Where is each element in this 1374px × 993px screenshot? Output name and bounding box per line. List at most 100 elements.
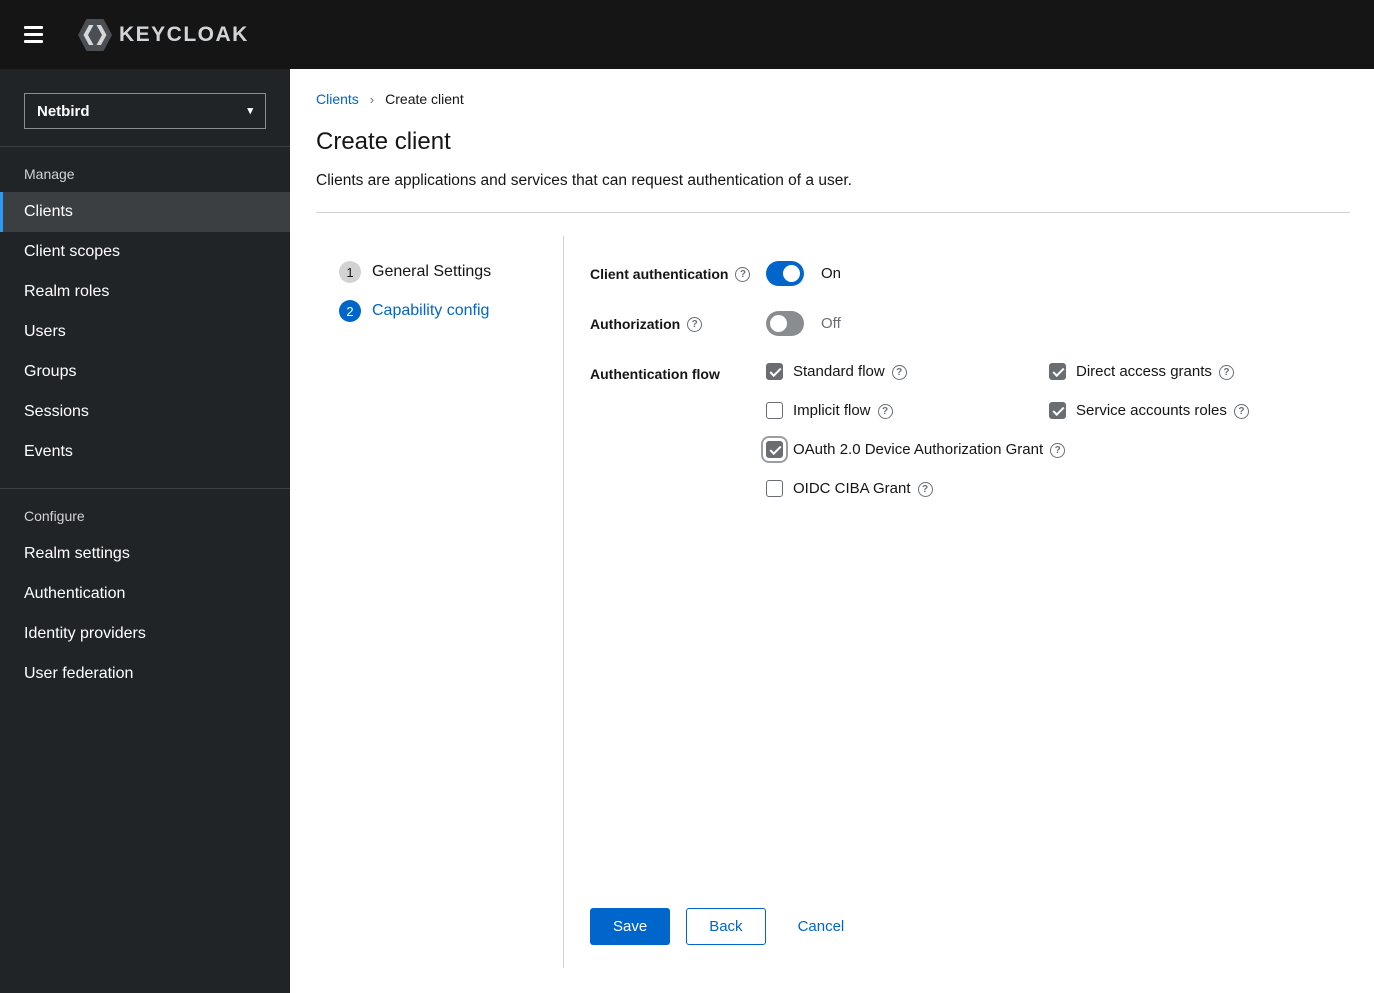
form-row-authentication-flow: Authentication flow Standard flow ? Dire…	[590, 361, 1350, 907]
capability-config-form: Client authentication ? On Authorization…	[564, 213, 1374, 993]
cancel-button[interactable]: Cancel	[798, 910, 845, 943]
checkbox-direct-access-grants: Direct access grants ?	[1049, 363, 1350, 381]
breadcrumb-current: Create client	[385, 91, 464, 107]
realm-selector[interactable]: Netbird ▾	[24, 93, 266, 129]
sidebar-item-identity-providers[interactable]: Identity providers	[0, 614, 290, 654]
main-content: Clients › Create client Create client Cl…	[290, 69, 1374, 993]
masthead: KEYCLOAK	[0, 0, 1374, 69]
checkbox-oauth-device-authorization-grant: OAuth 2.0 Device Authorization Grant ?	[761, 436, 1350, 464]
switch-knob	[770, 315, 787, 333]
authorization-state: Off	[821, 315, 841, 333]
checkbox-standard-flow: Standard flow ?	[766, 363, 1049, 381]
checkbox[interactable]	[761, 436, 788, 464]
realm-selector-value: Netbird	[37, 102, 90, 120]
checkbox-label[interactable]: Standard flow	[793, 363, 885, 380]
back-button[interactable]: Back	[686, 907, 766, 945]
caret-down-icon: ▾	[247, 104, 253, 117]
sidebar-item-label: User federation	[24, 665, 134, 682]
client-authentication-switch[interactable]	[766, 261, 804, 287]
label-text: Client authentication	[590, 266, 729, 283]
help-icon[interactable]: ?	[1218, 364, 1234, 380]
sidebar-item-events[interactable]: Events	[0, 432, 290, 472]
keycloak-admin-console: KEYCLOAK Netbird ▾ Manage Clients Client…	[0, 0, 1374, 993]
sidebar-item-label: Client scopes	[24, 243, 121, 260]
hamburger-icon	[24, 40, 43, 43]
sidebar-item-label: Realm settings	[24, 545, 130, 562]
sidebar-item-label: Realm roles	[24, 283, 110, 300]
help-icon[interactable]: ?	[687, 317, 703, 333]
wizard-step-number: 2	[339, 300, 361, 323]
authentication-flow-options: Standard flow ? Direct access grants ? I…	[761, 361, 1350, 907]
hamburger-icon	[24, 33, 43, 36]
checkbox-label[interactable]: Service accounts roles	[1076, 402, 1227, 419]
checkbox[interactable]	[766, 480, 783, 498]
sidebar: Netbird ▾ Manage Clients Client scopes R…	[0, 69, 290, 993]
page-description: Clients are applications and services th…	[316, 172, 852, 190]
sidebar-item-label: Sessions	[24, 403, 89, 420]
checkbox[interactable]	[1049, 402, 1066, 420]
keycloak-logo-icon	[78, 18, 112, 51]
sidebar-item-label: Clients	[24, 203, 73, 220]
checkbox[interactable]	[1049, 363, 1066, 381]
sidebar-item-authentication[interactable]: Authentication	[0, 574, 290, 614]
form-row-authorization: Authorization ? Off	[590, 311, 1350, 337]
checkbox-label[interactable]: Implicit flow	[793, 402, 871, 419]
page-header: Clients › Create client Create client Cl…	[290, 69, 1374, 214]
checkbox-service-accounts-roles: Service accounts roles ?	[1049, 402, 1350, 420]
sidebar-item-realm-roles[interactable]: Realm roles	[0, 272, 290, 312]
wizard-nav: 1 General Settings 2 Capability config	[290, 213, 563, 993]
save-button[interactable]: Save	[590, 907, 671, 945]
sidebar-item-label: Identity providers	[24, 625, 146, 642]
breadcrumb: Clients › Create client	[316, 91, 1350, 107]
nav-section-title-configure: Configure	[24, 508, 85, 524]
menu-toggle-button[interactable]	[16, 15, 56, 55]
authentication-flow-label: Authentication flow	[590, 361, 766, 907]
help-icon[interactable]: ?	[1050, 442, 1066, 458]
wizard-step-label: Capability config	[372, 302, 490, 320]
sidebar-item-label: Authentication	[24, 585, 126, 602]
sidebar-item-user-federation[interactable]: User federation	[0, 654, 290, 694]
page-title: Create client	[316, 128, 451, 155]
breadcrumb-link-clients[interactable]: Clients	[316, 91, 359, 107]
label-text: Authorization	[590, 316, 681, 333]
authorization-switch[interactable]	[766, 311, 804, 337]
checkbox-oidc-ciba-grant: OIDC CIBA Grant ?	[766, 480, 1350, 498]
form-row-client-authentication: Client authentication ? On	[590, 261, 1350, 287]
nav-section-title-manage: Manage	[24, 166, 75, 182]
wizard-step-label: General Settings	[372, 263, 492, 281]
help-icon[interactable]: ?	[917, 481, 933, 497]
sidebar-item-clients[interactable]: Clients	[0, 192, 290, 232]
switch-knob	[783, 265, 800, 283]
help-icon[interactable]: ?	[1233, 403, 1249, 419]
authorization-label: Authorization ?	[590, 311, 766, 336]
sidebar-item-realm-settings[interactable]: Realm settings	[0, 534, 290, 574]
form-actions: Save Back Cancel	[590, 907, 1350, 945]
chevron-right-icon: ›	[369, 91, 375, 107]
help-icon[interactable]: ?	[735, 267, 751, 283]
sidebar-item-label: Groups	[24, 363, 77, 380]
hamburger-icon	[24, 26, 43, 29]
checkbox-label[interactable]: OIDC CIBA Grant	[793, 480, 911, 497]
keycloak-logo[interactable]: KEYCLOAK	[78, 18, 249, 51]
sidebar-item-label: Users	[24, 323, 66, 340]
checkbox-implicit-flow: Implicit flow ?	[766, 402, 1049, 420]
client-authentication-label: Client authentication ?	[590, 261, 766, 286]
checkbox-label[interactable]: Direct access grants	[1076, 363, 1212, 380]
sidebar-item-label: Events	[24, 443, 73, 460]
wizard-body: 1 General Settings 2 Capability config C…	[290, 213, 1374, 993]
sidebar-item-users[interactable]: Users	[0, 312, 290, 352]
sidebar-item-groups[interactable]: Groups	[0, 352, 290, 392]
brand-text: KEYCLOAK	[119, 22, 249, 46]
wizard-step-number: 1	[339, 261, 361, 284]
client-authentication-state: On	[821, 265, 842, 283]
help-icon[interactable]: ?	[891, 364, 907, 380]
help-icon[interactable]: ?	[877, 403, 893, 419]
wizard-step-general-settings[interactable]: 1 General Settings	[339, 261, 563, 284]
checkbox-label[interactable]: OAuth 2.0 Device Authorization Grant	[793, 441, 1043, 458]
checkbox[interactable]	[766, 363, 783, 381]
label-text: Authentication flow	[590, 366, 720, 383]
sidebar-item-sessions[interactable]: Sessions	[0, 392, 290, 432]
checkbox[interactable]	[766, 402, 783, 420]
wizard-step-capability-config[interactable]: 2 Capability config	[339, 300, 563, 323]
sidebar-item-client-scopes[interactable]: Client scopes	[0, 232, 290, 272]
